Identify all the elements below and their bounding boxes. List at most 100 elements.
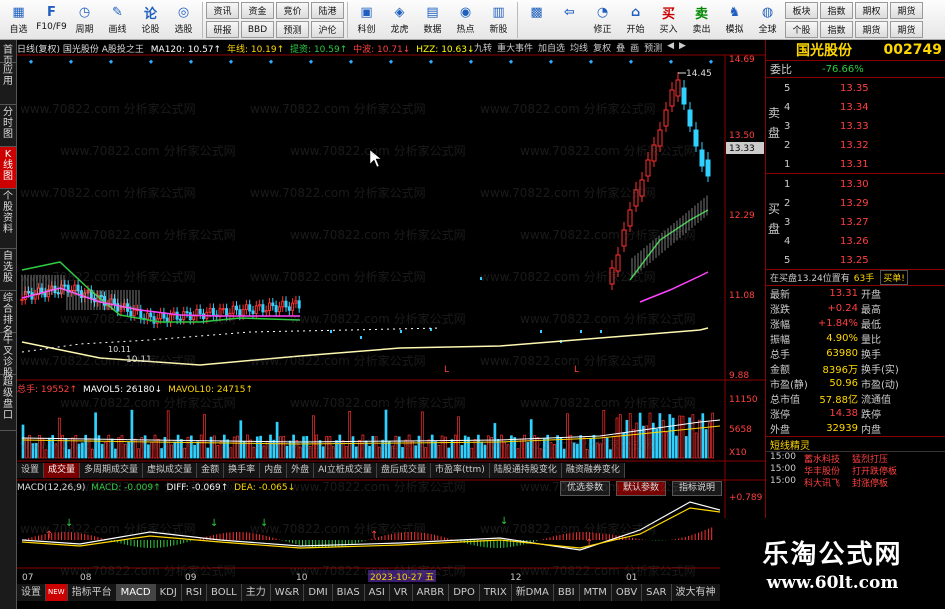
bottom-tab[interactable]: ARBR (412, 584, 450, 601)
indicator-tab[interactable]: 金额 (197, 463, 225, 478)
order-row[interactable]: 4 13.34 (784, 98, 934, 116)
data-button[interactable]: ▤ 数据 (416, 1, 449, 39)
order-row[interactable]: 2 13.29 (784, 194, 934, 212)
volume-bar (54, 443, 58, 459)
bottom-tab[interactable]: 指标平台 (67, 584, 117, 601)
toolbar-small-button[interactable]: 指数 (820, 21, 853, 38)
bottom-tab[interactable]: W&R (270, 584, 305, 601)
toolbar-small-button[interactable]: 竞价 (276, 2, 309, 19)
globe-button[interactable]: ◍ 全球 (751, 1, 784, 39)
short-item[interactable]: 15:00 华丰股份 打开跌停板 (766, 464, 945, 477)
indicator-tab[interactable]: 陆股通持股变化 (489, 463, 562, 478)
order-row[interactable]: 2 13.32 (784, 136, 934, 154)
order-row[interactable]: 4 13.26 (784, 232, 934, 250)
bottom-tab[interactable]: 新DMA (511, 584, 554, 601)
newstock-button[interactable]: ▥ 新股 (482, 1, 515, 39)
bottom-tab[interactable]: 设置 (17, 584, 46, 601)
bottom-tab[interactable]: 主力 (241, 584, 271, 601)
bottom-tab[interactable]: BIAS (332, 584, 365, 601)
indicator-tab[interactable]: 多周期成交量 (80, 463, 144, 478)
tiger-button[interactable]: ◈ 龙虎 (383, 1, 416, 39)
chip-button[interactable]: ▣ 科创 (350, 1, 383, 39)
bottom-tab[interactable]: OBV (611, 584, 643, 601)
select-button[interactable]: ◎ 选股 (167, 1, 200, 39)
toolbar-small-button[interactable]: 指数 (820, 2, 853, 19)
bottom-tab[interactable]: RSI (181, 584, 208, 601)
start-button[interactable]: ⌂ 开始 (619, 1, 652, 39)
volume-bar (681, 415, 685, 459)
order-row[interactable]: 5 13.35 (784, 79, 934, 97)
toolbar-small-button[interactable]: 个股 (785, 21, 818, 38)
bottom-tab[interactable]: BBI (553, 584, 580, 601)
bottom-tab[interactable]: DPO (449, 584, 480, 601)
chart-header-button[interactable]: 九转 (474, 41, 492, 54)
indicator-tab[interactable]: AI立桩成交量 (314, 463, 377, 478)
bottom-tab[interactable]: ASI (364, 584, 390, 601)
order-row[interactable]: 1 13.30 (784, 175, 934, 193)
indicator-tab[interactable]: 设置 (17, 463, 45, 478)
toolbar-small-button[interactable]: BBD (241, 21, 274, 38)
chart-header-button[interactable]: ▶ (679, 41, 686, 54)
color-grid-button[interactable]: ▩ (520, 1, 553, 39)
indicator-tab[interactable]: 虚拟成交量 (143, 463, 198, 478)
clock-button[interactable]: ◷ 周期 (68, 1, 101, 39)
sim-button[interactable]: ♞ 模拟 (718, 1, 751, 39)
inbuy-button[interactable]: 买单! (880, 270, 908, 285)
bottom-tab[interactable]: BOLL (207, 584, 242, 601)
indicator-tab[interactable]: 融资融券变化 (561, 463, 625, 478)
chart-header-button[interactable]: 重大事件 (497, 41, 533, 54)
bottom-tab[interactable]: DMI (304, 584, 333, 601)
bottom-tab[interactable]: TRIX (479, 584, 512, 601)
bottom-tab[interactable]: VR (389, 584, 413, 601)
back-arrow-button[interactable]: ⇦ (553, 1, 586, 39)
chart-header-button[interactable]: 叠 (616, 41, 625, 54)
grid-button[interactable]: ▦ 自选 (2, 1, 35, 39)
indicator-tab[interactable]: 内盘 (260, 463, 288, 478)
chart-header-button[interactable]: 画 (630, 41, 639, 54)
chart-header-button[interactable]: 均线 (570, 41, 588, 54)
discuss-button[interactable]: 论论股 (134, 1, 167, 39)
macd-button[interactable]: 优选参数 (560, 481, 611, 496)
toolbar-small-button[interactable]: 资讯 (206, 2, 239, 19)
macd-button[interactable]: 指标说明 (672, 481, 723, 496)
bottom-tab[interactable]: 波大有神 (671, 584, 721, 601)
toolbar-small-button[interactable]: 资金 (241, 2, 274, 19)
toolbar-small-button[interactable]: 期货 (890, 2, 923, 19)
f10-button[interactable]: F F10/F9 (35, 1, 68, 39)
macd-button[interactable]: 默认参数 (616, 481, 667, 496)
order-row[interactable]: 5 13.25 (784, 251, 934, 269)
toolbar-small-button[interactable]: 预测 (276, 21, 309, 38)
indicator-tab[interactable]: 换手率 (224, 463, 261, 478)
toolbar-small-button[interactable]: 期货 (890, 21, 923, 38)
toolbar-small-button[interactable]: 研报 (206, 21, 239, 38)
kline-chart[interactable]: 14.6913.5013.3312.2911.089.8814.4510.111… (0, 40, 765, 609)
toolbar-small-button[interactable]: 陆港 (311, 2, 344, 19)
toolbar-small-button[interactable]: 板块 (785, 2, 818, 19)
toolbar-small-button[interactable]: 期货 (855, 21, 888, 38)
order-row[interactable]: 3 13.27 (784, 213, 934, 231)
chart-header-button[interactable]: ◀ (667, 41, 674, 54)
toolbar-small-button[interactable]: 期权 (855, 2, 888, 19)
order-row[interactable]: 3 13.33 (784, 117, 934, 135)
bottom-tab[interactable]: MACD (116, 584, 156, 601)
chart-header-button[interactable]: 预测 (644, 41, 662, 54)
short-item[interactable]: 15:00 蓄水科技 猛烈打压 (766, 452, 945, 465)
short-item[interactable]: 15:00 科大讯飞 封涨停板 (766, 476, 945, 489)
pen-button[interactable]: ✎ 画线 (101, 1, 134, 39)
order-row[interactable]: 1 13.31 (784, 155, 934, 173)
bottom-tab[interactable]: NEW (46, 584, 68, 601)
sell-button[interactable]: 卖卖出 (685, 1, 718, 39)
bottom-tab[interactable]: SAR (642, 584, 672, 601)
chart-header-button[interactable]: 加自选 (538, 41, 565, 54)
hot-button[interactable]: ◉ 热点 (449, 1, 482, 39)
bottom-tab[interactable]: KDJ (155, 584, 182, 601)
bottom-tab[interactable]: MTM (579, 584, 612, 601)
fix-button[interactable]: ◔ 修正 (586, 1, 619, 39)
indicator-tab[interactable]: 外盘 (287, 463, 315, 478)
indicator-tab[interactable]: 成交量 (44, 463, 81, 478)
buy-button[interactable]: 买买入 (652, 1, 685, 39)
indicator-tab[interactable]: 盘后成交量 (376, 463, 431, 478)
toolbar-small-button[interactable]: 沪伦 (311, 21, 344, 38)
chart-header-button[interactable]: 复权 (593, 41, 611, 54)
indicator-tab[interactable]: 市盈率(ttm) (430, 463, 490, 478)
